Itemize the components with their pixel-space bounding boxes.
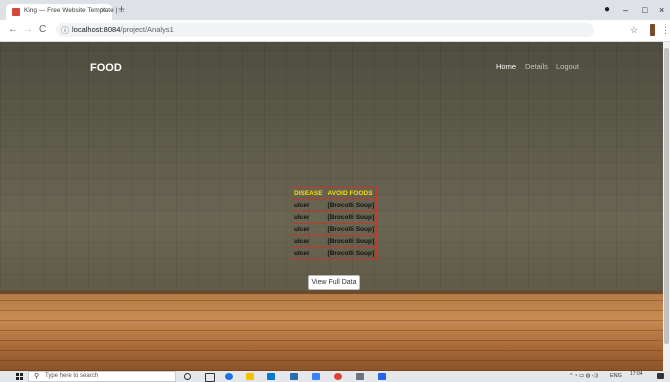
close-window-icon[interactable]: ×	[659, 5, 664, 15]
cortana-icon[interactable]	[184, 373, 191, 380]
table-row: ulcer [Brocolli Soup]	[291, 247, 378, 260]
view-full-data-button[interactable]: View Full Data	[308, 275, 360, 290]
disease-cell: ulcer	[291, 223, 326, 236]
profile-icon[interactable]: ●	[604, 5, 610, 15]
taskbar-clock[interactable]: 17:04	[630, 371, 643, 377]
browser-toolbar: ← → C ⓘ localhost:8084/project/Analys1 ☆…	[0, 20, 670, 42]
disease-cell: ulcer	[291, 199, 326, 212]
avoid-food-cell: [Brocolli Soup]	[324, 199, 378, 212]
floor-edge	[0, 291, 663, 294]
nav-details[interactable]: Details	[525, 62, 548, 71]
app-icon[interactable]	[312, 373, 320, 380]
disease-cell: ulcer	[291, 235, 326, 248]
table-row: ulcer [Brocolli Soup]	[291, 223, 378, 236]
taskbar-search-placeholder: Type here to search	[45, 373, 99, 379]
address-bar[interactable]: ⓘ localhost:8084/project/Analys1	[56, 23, 594, 37]
avoid-food-cell: [Brocolli Soup]	[324, 247, 378, 260]
browser-tab[interactable]: King — Free Website Template | ... ×	[6, 4, 124, 20]
url-path: /project/Analys1	[120, 25, 174, 34]
disease-cell: ulcer	[291, 247, 326, 260]
bookmark-star-icon[interactable]: ☆	[630, 25, 638, 36]
avoid-food-cell: [Brocolli Soup]	[324, 211, 378, 224]
page-scrollbar[interactable]	[663, 42, 670, 371]
extension-icon[interactable]	[650, 24, 655, 36]
nav-home[interactable]: Home	[496, 62, 516, 71]
chrome-icon[interactable]	[334, 373, 342, 380]
avoid-foods-table: DISEASE AVOID FOODS ulcer [Brocolli Soup…	[291, 187, 378, 260]
search-icon: ⚲	[34, 373, 40, 380]
reload-icon[interactable]: C	[39, 25, 46, 35]
nav-logout[interactable]: Logout	[556, 62, 579, 71]
language-indicator[interactable]: ENG	[610, 373, 622, 379]
url-text: localhost:8084/project/Analys1	[72, 25, 174, 34]
new-tab-icon[interactable]: +	[118, 3, 125, 15]
forward-icon[interactable]: →	[23, 25, 33, 35]
page-viewport: FOOD Home Details Logout DISEASE AVOID F…	[0, 42, 663, 371]
disease-cell: ulcer	[291, 211, 326, 224]
app-icon-2[interactable]	[356, 373, 364, 380]
site-info-icon[interactable]: ⓘ	[61, 25, 69, 36]
store-icon[interactable]	[267, 373, 275, 380]
browser-menu-icon[interactable]: ⋮	[661, 25, 670, 36]
back-icon[interactable]: ←	[8, 25, 18, 35]
tab-title: King — Free Website Template | ...	[24, 7, 125, 14]
taskbar-search-box[interactable]: ⚲ Type here to search	[28, 371, 176, 382]
windows-taskbar: ⚲ Type here to search ^ ◔ ▭ ◍ ◁) ENG 17:…	[0, 371, 670, 382]
header-disease: DISEASE	[291, 187, 326, 200]
mail-icon[interactable]	[290, 373, 298, 380]
table-row: ulcer [Brocolli Soup]	[291, 199, 378, 212]
table-header-row: DISEASE AVOID FOODS	[291, 187, 378, 200]
maximize-icon[interactable]: □	[642, 5, 647, 15]
table-row: ulcer [Brocolli Soup]	[291, 211, 378, 224]
file-explorer-icon[interactable]	[246, 373, 254, 380]
header-avoid-foods: AVOID FOODS	[324, 187, 378, 200]
minimize-icon[interactable]: –	[623, 5, 628, 15]
site-favicon-icon	[12, 8, 20, 16]
system-tray-icons[interactable]: ^ ◔ ▭ ◍ ◁)	[570, 373, 598, 379]
table-row: ulcer [Brocolli Soup]	[291, 235, 378, 248]
tab-close-icon[interactable]: ×	[101, 5, 106, 15]
word-icon[interactable]	[378, 373, 386, 380]
edge-icon[interactable]	[225, 373, 233, 380]
url-host: localhost:8084	[72, 25, 121, 34]
avoid-food-cell: [Brocolli Soup]	[324, 223, 378, 236]
notification-icon[interactable]	[657, 373, 664, 379]
browser-tab-strip: King — Free Website Template | ... × + ●…	[0, 0, 670, 20]
scrollbar-thumb[interactable]	[664, 48, 669, 344]
avoid-food-cell: [Brocolli Soup]	[324, 235, 378, 248]
wooden-floor-background	[0, 291, 663, 371]
task-view-icon[interactable]	[205, 373, 215, 382]
windows-start-icon[interactable]	[16, 373, 24, 380]
site-brand[interactable]: FOOD	[90, 62, 122, 74]
